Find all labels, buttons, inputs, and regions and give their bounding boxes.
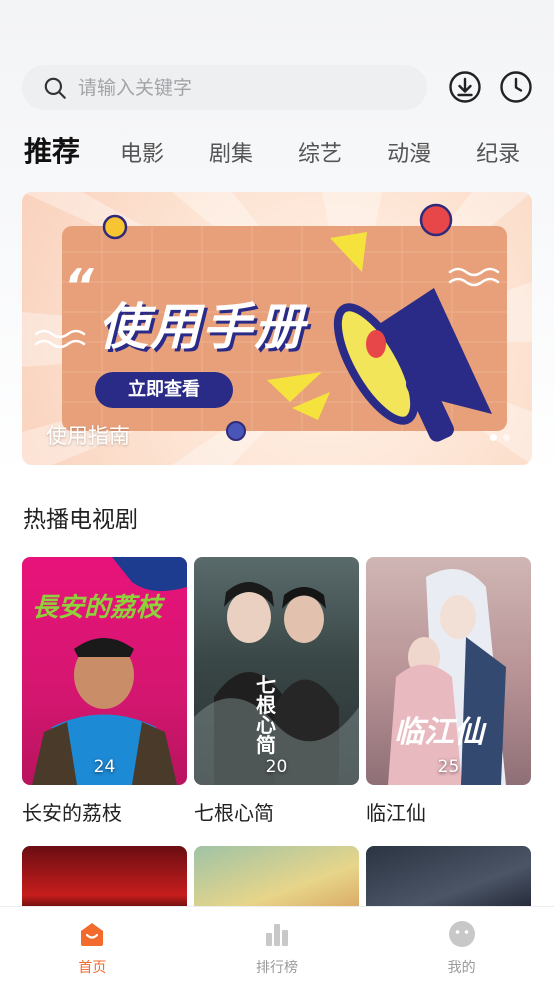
svg-text:“: “ [64, 259, 94, 313]
promo-banner[interactable]: “ 使用手册 立即查看 使用指南 [22, 192, 532, 465]
tab-documentary[interactable]: 纪录 [476, 136, 520, 168]
tab-recommended[interactable]: 推荐 [24, 130, 80, 170]
banner-caption: 使用指南 [46, 424, 130, 448]
banner-dot [503, 434, 510, 441]
nav-ranking[interactable]: 排行榜 [217, 907, 337, 985]
banner-dot-active [490, 434, 497, 441]
nav-profile[interactable]: 我的 [402, 907, 522, 985]
category-tabs: 推荐 电影 剧集 综艺 动漫 纪录 [24, 130, 554, 174]
clock-icon [500, 71, 532, 103]
drama-poster[interactable]: 長安的荔枝 24 [22, 557, 187, 785]
drama-poster[interactable]: 七根心简 20 [194, 557, 359, 785]
drama-card[interactable]: 七根心简 20 七根心简 [194, 557, 359, 826]
search-row [22, 65, 532, 111]
search-icon [44, 77, 66, 99]
tab-movies[interactable]: 电影 [120, 136, 164, 168]
poster-title-text: 長安的荔枝 [32, 593, 163, 623]
download-button[interactable] [447, 69, 483, 105]
chart-bars-icon [265, 924, 288, 946]
search-box[interactable] [22, 65, 427, 110]
poster-title-text: 七根心简 [256, 673, 276, 757]
poster-title-text: 临江仙 [394, 715, 484, 750]
nav-home-label: 首页 [78, 960, 107, 976]
history-button[interactable] [498, 69, 534, 105]
profile-face-icon [448, 921, 475, 947]
nav-home[interactable]: 首页 [32, 907, 152, 985]
drama-card[interactable]: 長安的荔枝 24 长安的荔枝 [22, 557, 187, 826]
nav-ranking-label: 排行榜 [255, 960, 298, 976]
episode-count: 24 [93, 757, 116, 777]
bottom-nav: 首页 排行榜 我的 [0, 906, 554, 985]
download-icon [449, 71, 481, 103]
search-input[interactable] [78, 76, 378, 99]
banner-view-button[interactable]: 立即查看 [95, 372, 233, 408]
tab-variety[interactable]: 综艺 [298, 136, 342, 168]
tab-anime[interactable]: 动漫 [387, 136, 431, 168]
episode-count: 20 [265, 757, 288, 777]
home-icon [81, 923, 104, 946]
banner-pagination [490, 434, 510, 441]
drama-poster[interactable]: 临江仙 25 [366, 557, 531, 785]
drama-title[interactable]: 七根心简 [194, 797, 359, 826]
banner-headline: 使用手册 [98, 298, 306, 356]
drama-card[interactable]: 临江仙 25 临江仙 [366, 557, 531, 826]
tab-series[interactable]: 剧集 [209, 136, 253, 168]
nav-profile-label: 我的 [447, 960, 476, 976]
drama-title[interactable]: 长安的荔枝 [22, 797, 187, 826]
drama-title[interactable]: 临江仙 [366, 797, 531, 826]
section-title: 热播电视剧 [23, 507, 138, 533]
episode-count: 25 [437, 757, 460, 777]
